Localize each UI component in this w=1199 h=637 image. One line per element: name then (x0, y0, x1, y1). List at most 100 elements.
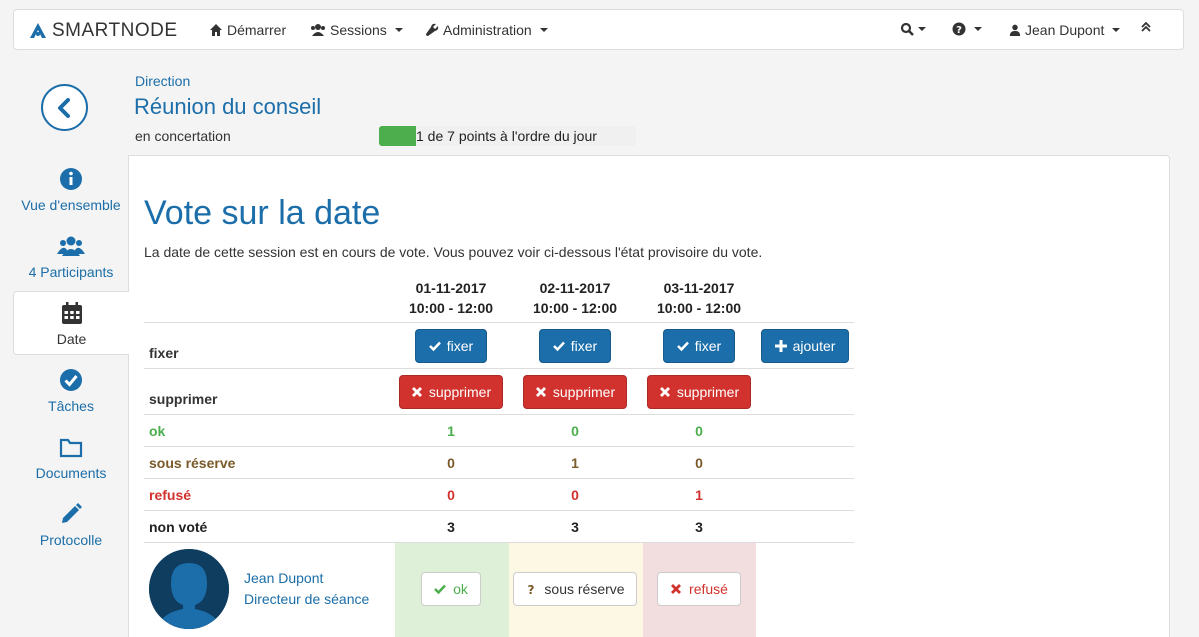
sidebar-item-participants[interactable]: 4 Participants (13, 232, 129, 296)
divider (144, 478, 854, 479)
check-icon (428, 341, 441, 352)
session-status: en concertation (135, 128, 231, 144)
divider (144, 510, 854, 511)
svg-text:?: ? (956, 25, 962, 36)
fix-date-button[interactable]: fixer (539, 329, 611, 363)
avatar (149, 549, 229, 629)
vote-count-ok: 0 (571, 423, 579, 439)
main-panel: Vote sur la date La date de cette sessio… (128, 155, 1170, 637)
delete-date-button[interactable]: supprimer (647, 375, 751, 409)
row-label-reserve: sous réserve (149, 455, 236, 471)
chevron-down-icon (1112, 28, 1121, 32)
users-icon (57, 236, 85, 256)
chevron-down-icon (974, 27, 982, 31)
divider (144, 414, 854, 415)
nav-administration[interactable]: Administration (425, 22, 548, 38)
info-icon (60, 168, 82, 190)
search-menu[interactable] (900, 22, 926, 36)
date-label: 02-11-2017 (539, 280, 611, 296)
vote-refused-button[interactable]: refusé (657, 572, 741, 606)
delete-date-button[interactable]: supprimer (399, 375, 503, 409)
times-icon (659, 387, 670, 397)
row-label-not-voted: non voté (149, 519, 208, 535)
wrench-icon (426, 23, 439, 36)
sidebar-item-label: Vue d'ensemble (21, 197, 121, 213)
sidebar-item-label: Protocolle (39, 532, 103, 548)
sidebar-item-documents[interactable]: Documents (13, 433, 129, 497)
vote-count-reserve: 0 (447, 455, 455, 471)
date-label: 03-11-2017 (663, 280, 735, 296)
double-chevron-up-icon (1141, 22, 1151, 32)
vote-count-refused: 1 (695, 487, 703, 503)
plus-icon (774, 340, 787, 352)
user-menu[interactable]: Jean Dupont (1009, 22, 1121, 38)
breadcrumb-parent[interactable]: Direction (135, 73, 190, 89)
row-label-fix: fixer (149, 345, 179, 361)
brand[interactable]: SMARTNODE (28, 20, 178, 41)
vote-ok-button[interactable]: ok (421, 572, 481, 606)
vote-count-not-voted: 3 (447, 519, 455, 535)
pencil-icon (62, 503, 82, 523)
chevron-left-icon (57, 97, 70, 118)
help-menu[interactable]: ? (952, 22, 982, 36)
time-label: 10:00 - 12:00 (408, 300, 494, 316)
vote-reserve-button[interactable]: ? sous réserve (513, 572, 637, 606)
times-icon (411, 387, 422, 397)
top-navbar: SMARTNODE Démarrer Sessions Administrati… (13, 9, 1184, 50)
participant-role: Directeur de séance (244, 591, 370, 607)
times-icon (535, 387, 546, 397)
fix-date-button[interactable]: fixer (663, 329, 735, 363)
vote-count-not-voted: 3 (571, 519, 579, 535)
brand-name: SMARTNODE (52, 20, 178, 41)
time-label: 10:00 - 12:00 (656, 300, 742, 316)
chevron-down-icon (394, 28, 403, 32)
sidebar-item-tasks[interactable]: Tâches (13, 366, 129, 430)
collapse-button[interactable] (1141, 22, 1151, 32)
check-icon (552, 341, 565, 352)
agenda-progress: 1 de 7 points à l'ordre du jour (379, 126, 636, 146)
calendar-icon (61, 302, 82, 324)
section-description: La date de cette session est en cours de… (144, 244, 763, 260)
progress-fill (379, 126, 416, 146)
times-icon (671, 584, 682, 594)
folder-icon (59, 438, 83, 458)
svg-text:?: ? (528, 583, 535, 595)
vote-count-refused: 0 (447, 487, 455, 503)
question-circle-icon: ? (952, 22, 966, 36)
delete-date-button[interactable]: supprimer (523, 375, 627, 409)
sidebar-item-label: 4 Participants (28, 264, 114, 280)
vote-count-reserve: 1 (571, 455, 579, 471)
chevron-down-icon (918, 27, 926, 31)
sidebar-item-overview[interactable]: Vue d'ensemble (13, 165, 129, 229)
progress-text: 1 de 7 points à l'ordre du jour (416, 128, 597, 144)
search-icon (900, 22, 914, 36)
sidebar-item-date[interactable]: Date (13, 291, 129, 355)
nav-start-label: Démarrer (227, 22, 287, 38)
nav-sessions[interactable]: Sessions (310, 22, 403, 38)
nav-administration-label: Administration (443, 22, 532, 38)
user-silhouette-icon (149, 549, 229, 629)
vote-count-ok: 0 (695, 423, 703, 439)
sidebar-item-label: Documents (35, 465, 107, 481)
vote-count-not-voted: 3 (695, 519, 703, 535)
date-column-header: 02-11-2017 10:00 - 12:00 (520, 278, 630, 318)
row-label-refused: refusé (149, 487, 192, 503)
date-column-header: 03-11-2017 10:00 - 12:00 (644, 278, 754, 318)
sidebar-item-label: Date (56, 331, 87, 347)
check-icon (676, 341, 689, 352)
nav-sessions-label: Sessions (330, 22, 387, 38)
sidebar-item-protocol[interactable]: Protocolle (13, 500, 129, 564)
vote-count-refused: 0 (571, 487, 579, 503)
check-circle-icon (60, 369, 82, 391)
add-date-button[interactable]: ajouter (761, 329, 849, 363)
back-button[interactable] (41, 84, 88, 131)
page-title: Réunion du conseil (134, 94, 322, 119)
nav-start[interactable]: Démarrer (209, 22, 286, 38)
fix-date-button[interactable]: fixer (415, 329, 487, 363)
question-icon: ? (528, 583, 535, 595)
divider (144, 446, 854, 447)
participant-name[interactable]: Jean Dupont (244, 570, 323, 586)
date-column-header: 01-11-2017 10:00 - 12:00 (396, 278, 506, 318)
users-icon (311, 24, 325, 36)
home-icon (210, 24, 222, 36)
